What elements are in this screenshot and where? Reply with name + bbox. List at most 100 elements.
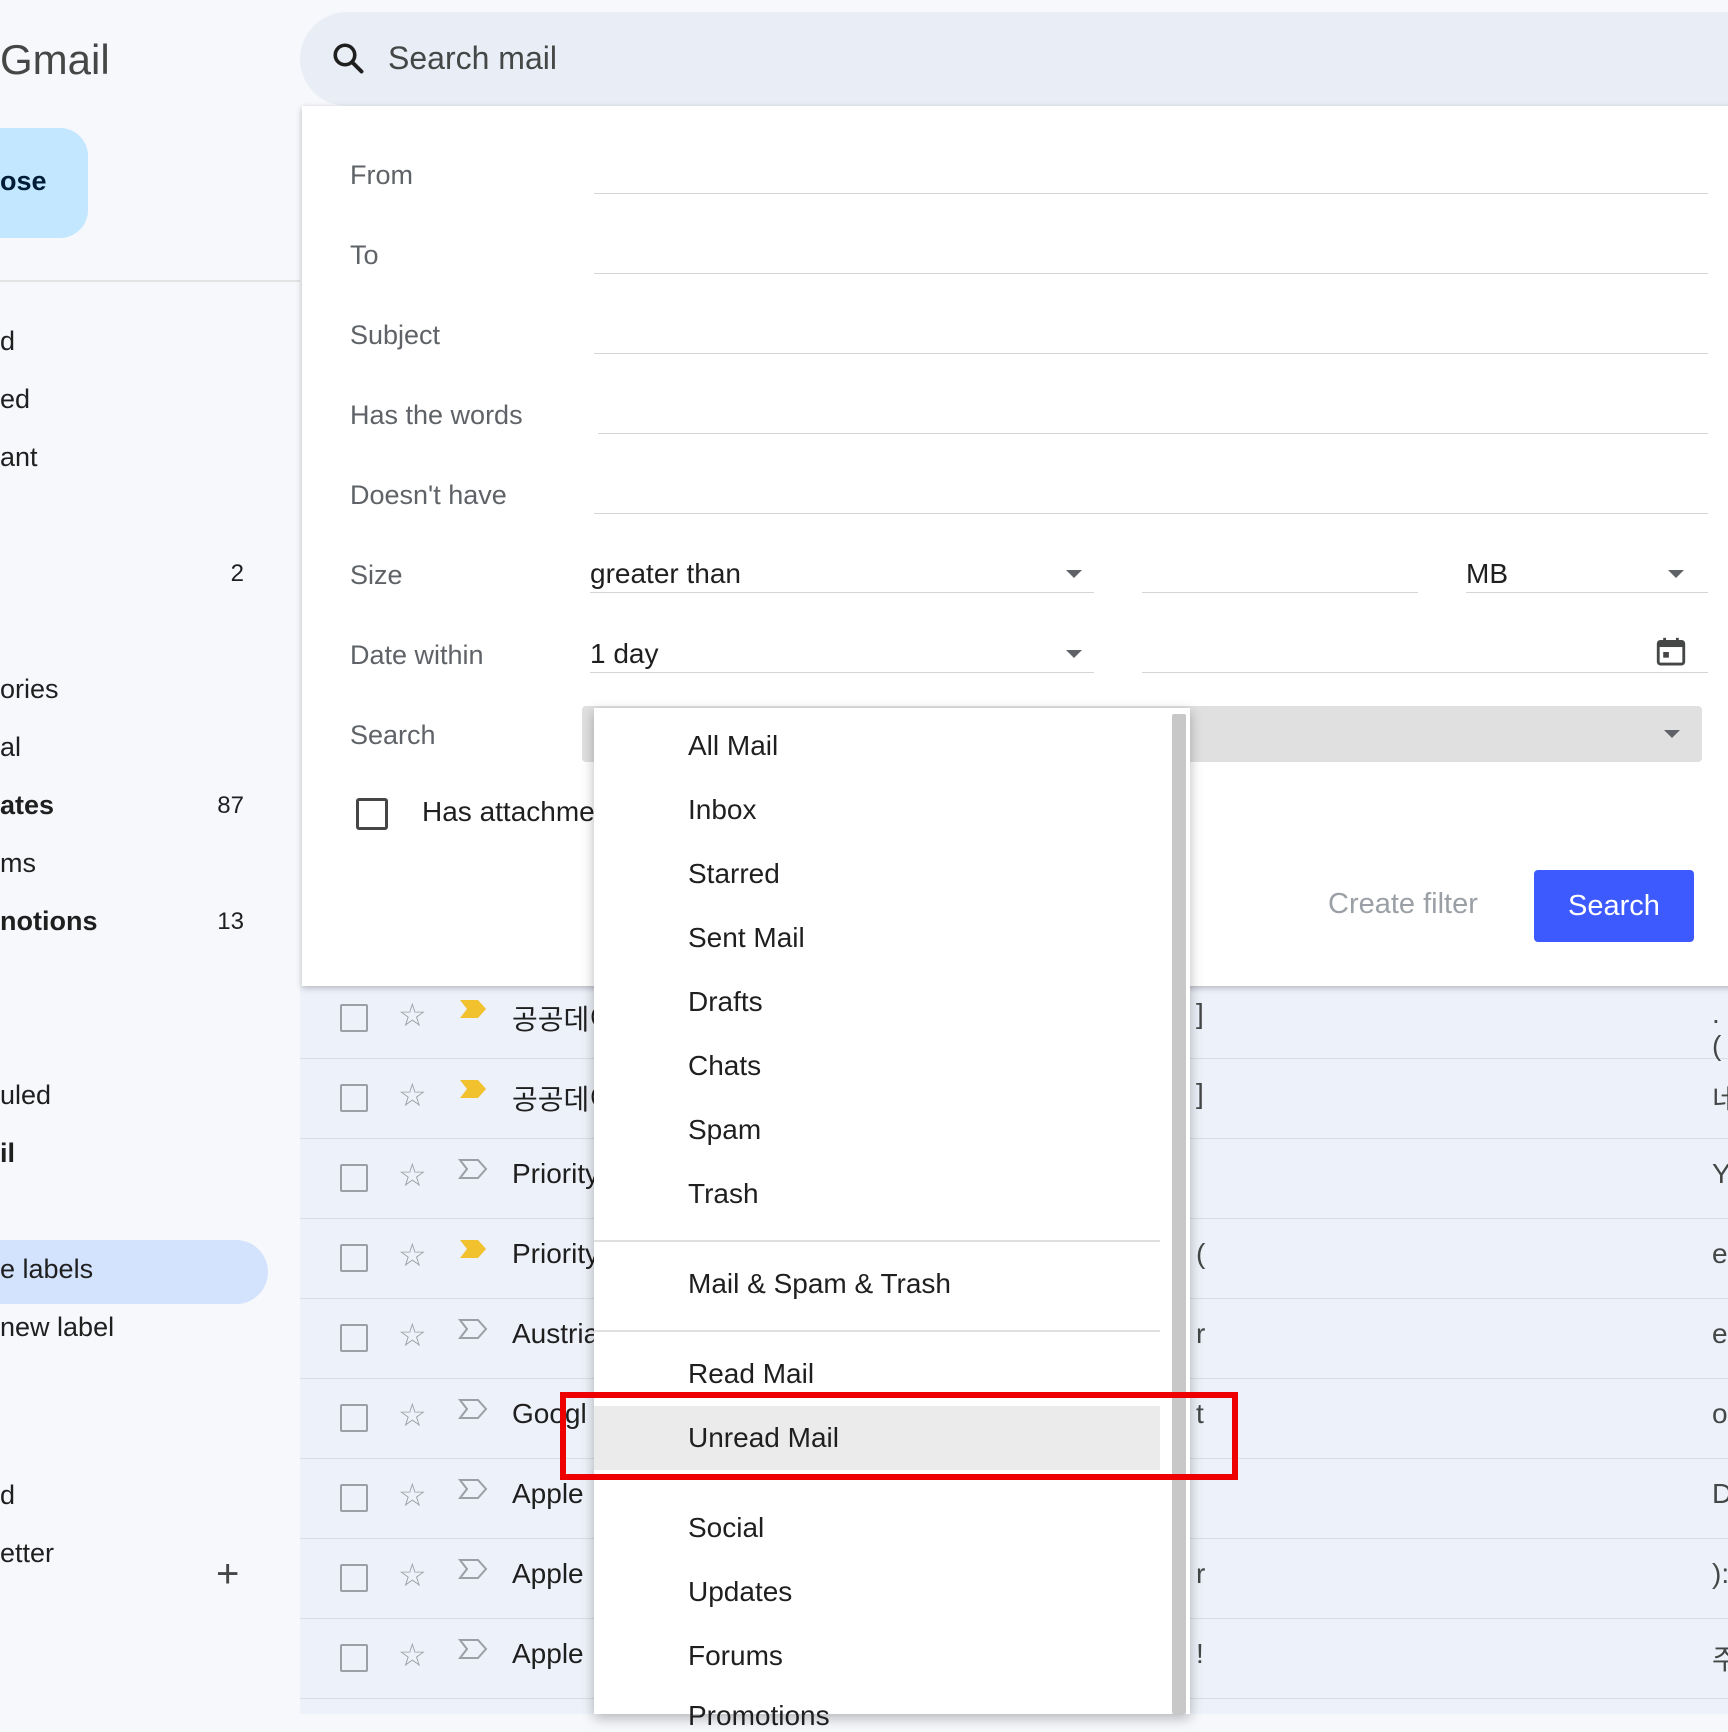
menu-item-chats[interactable]: Chats (688, 1050, 761, 1082)
star-icon[interactable]: ☆ (398, 1236, 427, 1274)
menu-item-mail-spam-trash[interactable]: Mail & Spam & Trash (688, 1268, 951, 1300)
size-operator-chevron-down-icon[interactable] (1066, 570, 1082, 578)
sidebar-promotions-count: 13 (217, 908, 244, 935)
size-operator-select[interactable]: greater than (590, 558, 741, 590)
row-snippet-fragment: D (1712, 1478, 1728, 1509)
date-within-chevron-down-icon[interactable] (1066, 650, 1082, 658)
menu-item-spam[interactable]: Spam (688, 1114, 761, 1146)
row-subject-fragment: r (1196, 1318, 1206, 1349)
star-icon[interactable]: ☆ (398, 1396, 427, 1434)
star-icon[interactable]: ☆ (398, 1556, 427, 1594)
sidebar-item-create-label[interactable]: new label (0, 1312, 114, 1343)
row-sender: Priority (512, 1238, 600, 1269)
dropdown-scrollbar[interactable] (1172, 714, 1186, 1714)
star-icon[interactable]: ☆ (398, 996, 427, 1034)
importance-marker-icon[interactable] (458, 1078, 488, 1100)
create-filter-button[interactable]: Create filter (1328, 888, 1478, 921)
menu-item-trash[interactable]: Trash (688, 1178, 759, 1210)
sidebar-item-snoozed[interactable]: ed (0, 384, 30, 415)
compose-button[interactable]: ose (0, 128, 88, 238)
sidebar-updates-count: 87 (217, 792, 244, 819)
sidebar-item-scheduled[interactable]: uled (0, 1080, 51, 1111)
star-icon[interactable]: ☆ (398, 1476, 427, 1514)
sidebar-item-starred[interactable]: d (0, 326, 15, 357)
search-in-dropdown-menu (594, 708, 1190, 1714)
row-snippet-fragment: 네 (1712, 1084, 1728, 1115)
importance-marker-icon[interactable] (458, 1638, 488, 1660)
menu-item-read-mail[interactable]: Read Mail (688, 1358, 814, 1390)
row-snippet-fragment: ): (1712, 1558, 1728, 1589)
date-within-select[interactable]: 1 day (590, 638, 659, 670)
row-subject-fragment: r (1196, 1558, 1206, 1589)
subject-field[interactable] (594, 353, 1708, 354)
importance-marker-icon[interactable] (458, 998, 488, 1020)
row-checkbox[interactable] (340, 1244, 368, 1272)
importance-marker-icon[interactable] (458, 1558, 488, 1580)
star-icon[interactable]: ☆ (398, 1076, 427, 1114)
calendar-icon[interactable] (1654, 634, 1688, 670)
row-sender: 공공데이 (512, 1084, 602, 1115)
from-field[interactable] (594, 193, 1708, 194)
size-unit-chevron-down-icon[interactable] (1668, 570, 1684, 578)
sidebar-item-label-2[interactable]: etter (0, 1538, 54, 1569)
row-checkbox[interactable] (340, 1484, 368, 1512)
menu-item-all-mail[interactable]: All Mail (688, 730, 778, 762)
sidebar-item-forums[interactable]: ms (0, 848, 36, 879)
importance-marker-icon[interactable] (458, 1318, 488, 1340)
menu-item-inbox[interactable]: Inbox (688, 794, 757, 826)
star-icon[interactable]: ☆ (398, 1316, 427, 1354)
sidebar-item-important[interactable]: ant (0, 442, 38, 473)
row-sender: Apple (512, 1478, 584, 1509)
row-checkbox[interactable] (340, 1644, 368, 1672)
row-sender: Priority (512, 1158, 600, 1189)
sidebar-item-promotions[interactable]: notions (0, 906, 97, 937)
sidebar-item-categories[interactable]: ories (0, 674, 59, 705)
star-icon[interactable]: ☆ (398, 1636, 427, 1674)
menu-item-social[interactable]: Social (688, 1512, 764, 1544)
has-words-field[interactable] (598, 433, 1708, 434)
date-field[interactable] (1142, 672, 1708, 673)
sidebar-item-all-mail[interactable]: il (0, 1138, 15, 1169)
row-subject-fragment: ! (1196, 1638, 1204, 1669)
menu-item-forums[interactable]: Forums (688, 1640, 783, 1672)
to-field[interactable] (594, 273, 1708, 274)
importance-marker-icon[interactable] (458, 1238, 488, 1260)
row-checkbox[interactable] (340, 1404, 368, 1432)
menu-item-starred[interactable]: Starred (688, 858, 780, 890)
row-checkbox[interactable] (340, 1564, 368, 1592)
sidebar-item-manage-labels[interactable]: e labels (0, 1254, 93, 1285)
gmail-logo[interactable]: Gmail (0, 36, 110, 84)
row-checkbox[interactable] (340, 1324, 368, 1352)
row-snippet-fragment: Y (1712, 1158, 1728, 1189)
size-value-field[interactable] (1142, 592, 1418, 593)
sidebar-item-label-1[interactable]: d (0, 1480, 15, 1511)
menu-item-sent-mail[interactable]: Sent Mail (688, 922, 805, 954)
has-attachment-checkbox[interactable] (356, 798, 388, 830)
compose-label: ose (0, 166, 47, 196)
row-snippet-fragment: 주 (1712, 1644, 1728, 1675)
menu-item-updates[interactable]: Updates (688, 1576, 792, 1608)
star-icon[interactable]: ☆ (398, 1156, 427, 1194)
importance-marker-icon[interactable] (458, 1478, 488, 1500)
doesnt-have-field[interactable] (594, 513, 1708, 514)
row-checkbox[interactable] (340, 1164, 368, 1192)
search-in-chevron-down-icon[interactable] (1664, 730, 1680, 738)
sidebar-item-updates[interactable]: ates (0, 790, 54, 821)
search-input[interactable]: Search mail (388, 40, 557, 77)
add-label-icon[interactable]: + (216, 1552, 239, 1597)
from-label: From (350, 160, 413, 190)
search-button[interactable]: Search (1534, 870, 1694, 942)
importance-marker-icon[interactable] (458, 1158, 488, 1180)
has-words-label: Has the words (350, 400, 523, 430)
menu-item-drafts[interactable]: Drafts (688, 986, 763, 1018)
size-unit-underline (1466, 592, 1708, 593)
row-checkbox[interactable] (340, 1004, 368, 1032)
size-unit-select[interactable]: MB (1466, 558, 1508, 590)
annotation-highlight-box (560, 1392, 1238, 1480)
menu-item-promotions[interactable]: Promotions (688, 1700, 830, 1732)
importance-marker-icon[interactable] (458, 1398, 488, 1420)
sidebar-item-social[interactable]: al (0, 732, 21, 763)
row-subject-fragment: ] (1196, 998, 1204, 1029)
search-icon[interactable] (330, 40, 366, 76)
row-checkbox[interactable] (340, 1084, 368, 1112)
